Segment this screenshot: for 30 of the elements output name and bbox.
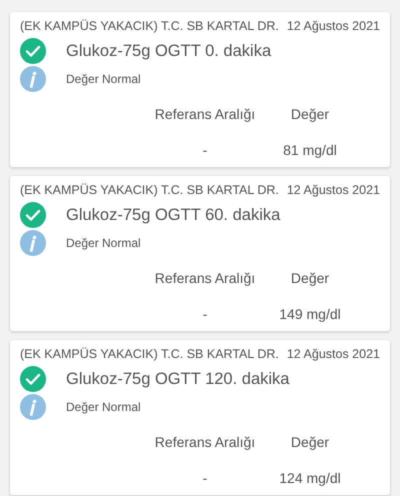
table-cell-text: 81 mg/dl	[282, 142, 338, 158]
column-header: Referans Aralığı	[154, 270, 256, 286]
column-header: Değer	[290, 106, 330, 122]
result-date: 12 Ağustos 2021	[286, 19, 380, 33]
result-note: Değer Normal	[66, 236, 141, 250]
check-icon	[20, 366, 46, 392]
test-name: Glukoz-75g OGTT 60. dakika	[66, 206, 280, 224]
hospital-name: (EK KAMPÜS YAKACIK) T.C. SB KARTAL DR.	[20, 183, 279, 197]
table-cell-text: 124 mg/dl	[278, 470, 342, 486]
info-icon	[20, 230, 46, 256]
table-cell-text: -	[202, 470, 208, 486]
result-date: 12 Ağustos 2021	[286, 183, 380, 197]
table-cell-text: -	[202, 142, 208, 158]
check-icon	[20, 38, 46, 64]
info-icon	[20, 394, 46, 420]
column-header: Referans Aralığı	[154, 106, 256, 122]
hospital-name: (EK KAMPÜS YAKACIK) T.C. SB KARTAL DR.	[20, 347, 279, 361]
info-icon	[20, 66, 46, 92]
result-date: 12 Ağustos 2021	[286, 347, 380, 361]
table-cell-text: -	[202, 306, 208, 322]
test-name: Glukoz-75g OGTT 0. dakika	[66, 42, 272, 60]
result-note: Değer Normal	[66, 400, 141, 414]
column-header: Referans Aralığı	[154, 434, 256, 450]
hospital-name: (EK KAMPÜS YAKACIK) T.C. SB KARTAL DR.	[20, 19, 279, 33]
column-header: Değer	[290, 434, 330, 450]
test-name: Glukoz-75g OGTT 120. dakika	[66, 370, 290, 388]
check-icon	[20, 202, 46, 228]
table-cell-text: 149 mg/dl	[278, 306, 342, 322]
column-header: Değer	[290, 270, 330, 286]
result-note: Değer Normal	[66, 72, 141, 86]
